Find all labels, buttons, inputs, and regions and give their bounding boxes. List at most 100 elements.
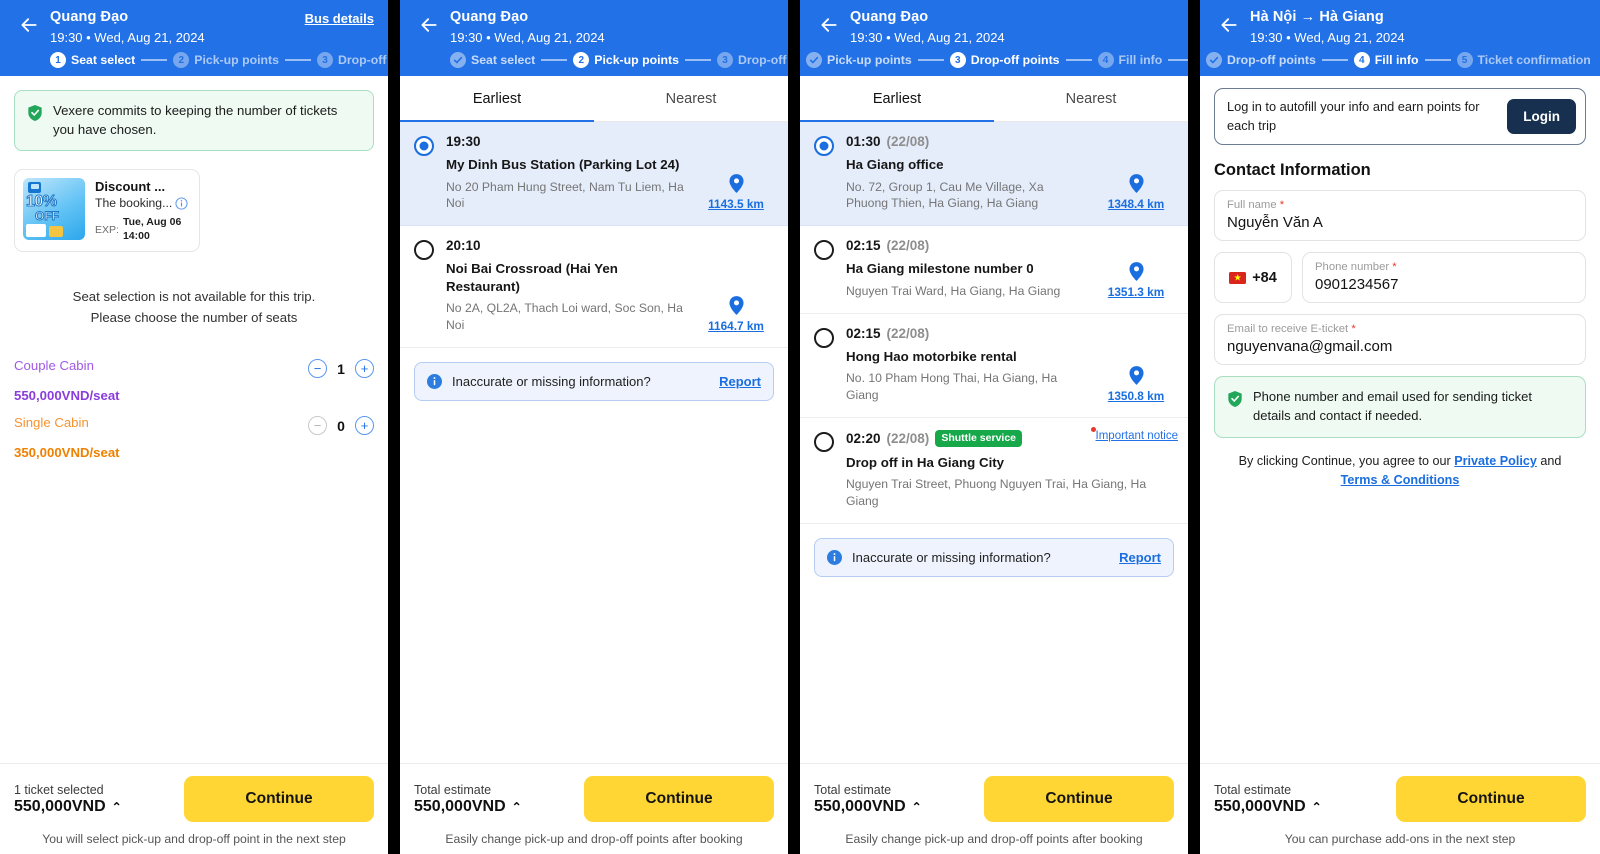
total-amount[interactable]: 550,000VND ⌃ bbox=[14, 798, 122, 816]
step-seat-select[interactable]: Seat select bbox=[450, 52, 535, 69]
full-name-value[interactable]: Nguyễn Văn A bbox=[1227, 214, 1573, 231]
step-pickup-points[interactable]: 2 Pick-up points bbox=[573, 52, 679, 69]
increment-button[interactable]: + bbox=[355, 416, 374, 436]
cabin-price: 550,000VND/seat bbox=[14, 388, 120, 404]
point-time: 02:15 bbox=[846, 325, 881, 341]
radio-button[interactable] bbox=[414, 136, 434, 156]
step-dropoff-points[interactable]: 3 Drop-off points bbox=[716, 52, 788, 69]
footer-screen2: Total estimate 550,000VND ⌃ Continue Eas… bbox=[400, 763, 788, 854]
total-amount[interactable]: 550,000VND ⌃ bbox=[1214, 798, 1322, 816]
list-item[interactable]: 02:15 (22/08) Ha Giang milestone number … bbox=[800, 226, 1188, 314]
pickup-point-list: 19:30 My Dinh Bus Station (Parking Lot 2… bbox=[400, 122, 788, 348]
trip-datetime: 19:30 • Wed, Aug 21, 2024 bbox=[850, 29, 1005, 45]
full-name-field[interactable]: Full name * Nguyễn Văn A bbox=[1214, 190, 1586, 242]
login-button[interactable]: Login bbox=[1507, 99, 1576, 135]
radio-button[interactable] bbox=[414, 240, 434, 261]
continue-button[interactable]: Continue bbox=[984, 776, 1174, 822]
step-label: Seat select bbox=[71, 53, 136, 68]
dropoff-point-list: 01:30 (22/08) Ha Giang office No. 72, Gr… bbox=[800, 122, 1188, 524]
email-field[interactable]: Email to receive E-ticket * nguyenvana@g… bbox=[1214, 314, 1586, 366]
step-divider bbox=[1321, 59, 1348, 61]
phone-number-value[interactable]: 0901234567 bbox=[1315, 276, 1573, 293]
tab-nearest[interactable]: Nearest bbox=[594, 76, 788, 121]
important-notice-link[interactable]: Important notice bbox=[1090, 426, 1178, 442]
check-icon bbox=[809, 56, 819, 64]
info-icon[interactable] bbox=[175, 197, 188, 210]
email-value[interactable]: nguyenvana@gmail.com bbox=[1227, 338, 1573, 355]
step-label: Drop-off points bbox=[970, 53, 1060, 68]
point-distance[interactable]: 1143.5 km bbox=[708, 197, 764, 211]
cabin-options-list: Couple Cabin − 1 + 550,000VND/seat Singl… bbox=[14, 358, 374, 460]
map-pin-icon[interactable] bbox=[1128, 261, 1144, 281]
step-pickup-points[interactable]: Pick-up points bbox=[806, 52, 912, 69]
chevron-up-icon: ⌃ bbox=[911, 799, 922, 814]
step-seat-select[interactable]: 1 Seat select bbox=[50, 52, 136, 69]
page-title: Quang Đạo bbox=[50, 9, 129, 25]
continue-button[interactable]: Continue bbox=[584, 776, 774, 822]
map-pin-icon[interactable] bbox=[728, 174, 744, 194]
tab-earliest[interactable]: Earliest bbox=[400, 76, 594, 122]
total-amount[interactable]: 550,000VND ⌃ bbox=[414, 798, 522, 816]
discount-promo-card[interactable]: 10% OFF Discount ... The booking... EXP:… bbox=[14, 169, 200, 252]
screen-dropoff-points: Quang Đạo 19:30 • Wed, Aug 21, 2024 Pick… bbox=[800, 0, 1188, 854]
step-fill-info[interactable]: 4 Fill info bbox=[1353, 52, 1419, 69]
step-ticket-confirmation[interactable]: 5 Ticket confirmation bbox=[1456, 52, 1591, 69]
country-code-select[interactable]: +84 bbox=[1214, 252, 1292, 304]
point-name: My Dinh Bus Station (Parking Lot 24) bbox=[446, 157, 680, 172]
back-button[interactable] bbox=[814, 10, 844, 40]
map-pin-icon[interactable] bbox=[728, 296, 744, 315]
step-dropoff-points[interactable]: 3 Drop-off points bbox=[316, 52, 388, 69]
point-distance[interactable]: 1350.8 km bbox=[1108, 389, 1164, 403]
radio-button[interactable] bbox=[814, 136, 834, 156]
continue-button[interactable]: Continue bbox=[184, 776, 374, 822]
step-label: Ticket confirmation bbox=[1477, 53, 1591, 68]
back-button[interactable] bbox=[14, 10, 44, 40]
private-policy-link[interactable]: Private Policy bbox=[1454, 454, 1537, 468]
list-item[interactable]: 02:20 (22/08) Shuttle service Drop off i… bbox=[800, 418, 1188, 524]
list-item[interactable]: 01:30 (22/08) Ha Giang office No. 72, Gr… bbox=[800, 122, 1188, 227]
point-time: 02:15 bbox=[846, 238, 881, 254]
point-address: No. 10 Pham Hong Thai, Ha Giang, Ha Gian… bbox=[846, 371, 1058, 402]
phone-label: Phone number * bbox=[1315, 261, 1573, 273]
continue-button[interactable]: Continue bbox=[1396, 776, 1586, 822]
bus-details-link[interactable]: Bus details bbox=[305, 11, 374, 26]
report-link[interactable]: Report bbox=[719, 374, 761, 389]
point-distance[interactable]: 1164.7 km bbox=[708, 319, 764, 333]
radio-button[interactable] bbox=[814, 327, 834, 348]
step-dropoff-points[interactable]: Drop-off points bbox=[1206, 52, 1316, 69]
quantity-stepper: − 0 + bbox=[308, 416, 374, 436]
decrement-button[interactable]: − bbox=[308, 416, 327, 436]
tab-earliest[interactable]: Earliest bbox=[800, 76, 994, 122]
screenshot-panels: Quang Đạo 19:30 • Wed, Aug 21, 2024 Bus … bbox=[0, 0, 1600, 854]
list-item[interactable]: 02:15 (22/08) Hong Hao motorbike rental … bbox=[800, 314, 1188, 418]
radio-button[interactable] bbox=[814, 240, 834, 261]
total-amount[interactable]: 550,000VND ⌃ bbox=[814, 798, 922, 816]
report-link[interactable]: Report bbox=[1119, 550, 1161, 565]
step-pickup-points[interactable]: 2 Pick-up points bbox=[173, 52, 279, 69]
step-label: Pick-up points bbox=[594, 53, 679, 68]
step-fill-info[interactable]: 4 Fill info bbox=[1097, 52, 1162, 69]
required-marker: * bbox=[1279, 199, 1285, 212]
terms-conditions-link[interactable]: Terms & Conditions bbox=[1341, 473, 1460, 487]
step-dropoff-points[interactable]: 3 Drop-off points bbox=[949, 52, 1060, 69]
increment-button[interactable]: + bbox=[355, 359, 374, 379]
step-divider bbox=[541, 59, 568, 61]
screen4-body: Log in to autofill your info and earn po… bbox=[1200, 76, 1600, 490]
point-date: (22/08) bbox=[886, 238, 930, 254]
point-distance[interactable]: 1348.4 km bbox=[1108, 197, 1164, 211]
point-distance[interactable]: 1351.3 km bbox=[1108, 285, 1164, 299]
step-divider bbox=[1065, 59, 1092, 61]
point-time: 02:20 bbox=[846, 430, 881, 446]
point-date: (22/08) bbox=[886, 430, 930, 446]
phone-number-field[interactable]: Phone number * 0901234567 bbox=[1302, 252, 1586, 304]
map-pin-icon[interactable] bbox=[1128, 174, 1144, 194]
back-button[interactable] bbox=[1214, 10, 1244, 40]
radio-button[interactable] bbox=[814, 431, 834, 452]
discount-image: 10% OFF bbox=[23, 178, 85, 241]
tab-nearest[interactable]: Nearest bbox=[994, 76, 1188, 121]
map-pin-icon[interactable] bbox=[1128, 365, 1144, 385]
list-item[interactable]: 20:10 Noi Bai Crossroad (Hai Yen Restaur… bbox=[400, 226, 788, 348]
back-button[interactable] bbox=[414, 10, 444, 40]
list-item[interactable]: 19:30 My Dinh Bus Station (Parking Lot 2… bbox=[400, 122, 788, 227]
decrement-button[interactable]: − bbox=[308, 359, 327, 379]
